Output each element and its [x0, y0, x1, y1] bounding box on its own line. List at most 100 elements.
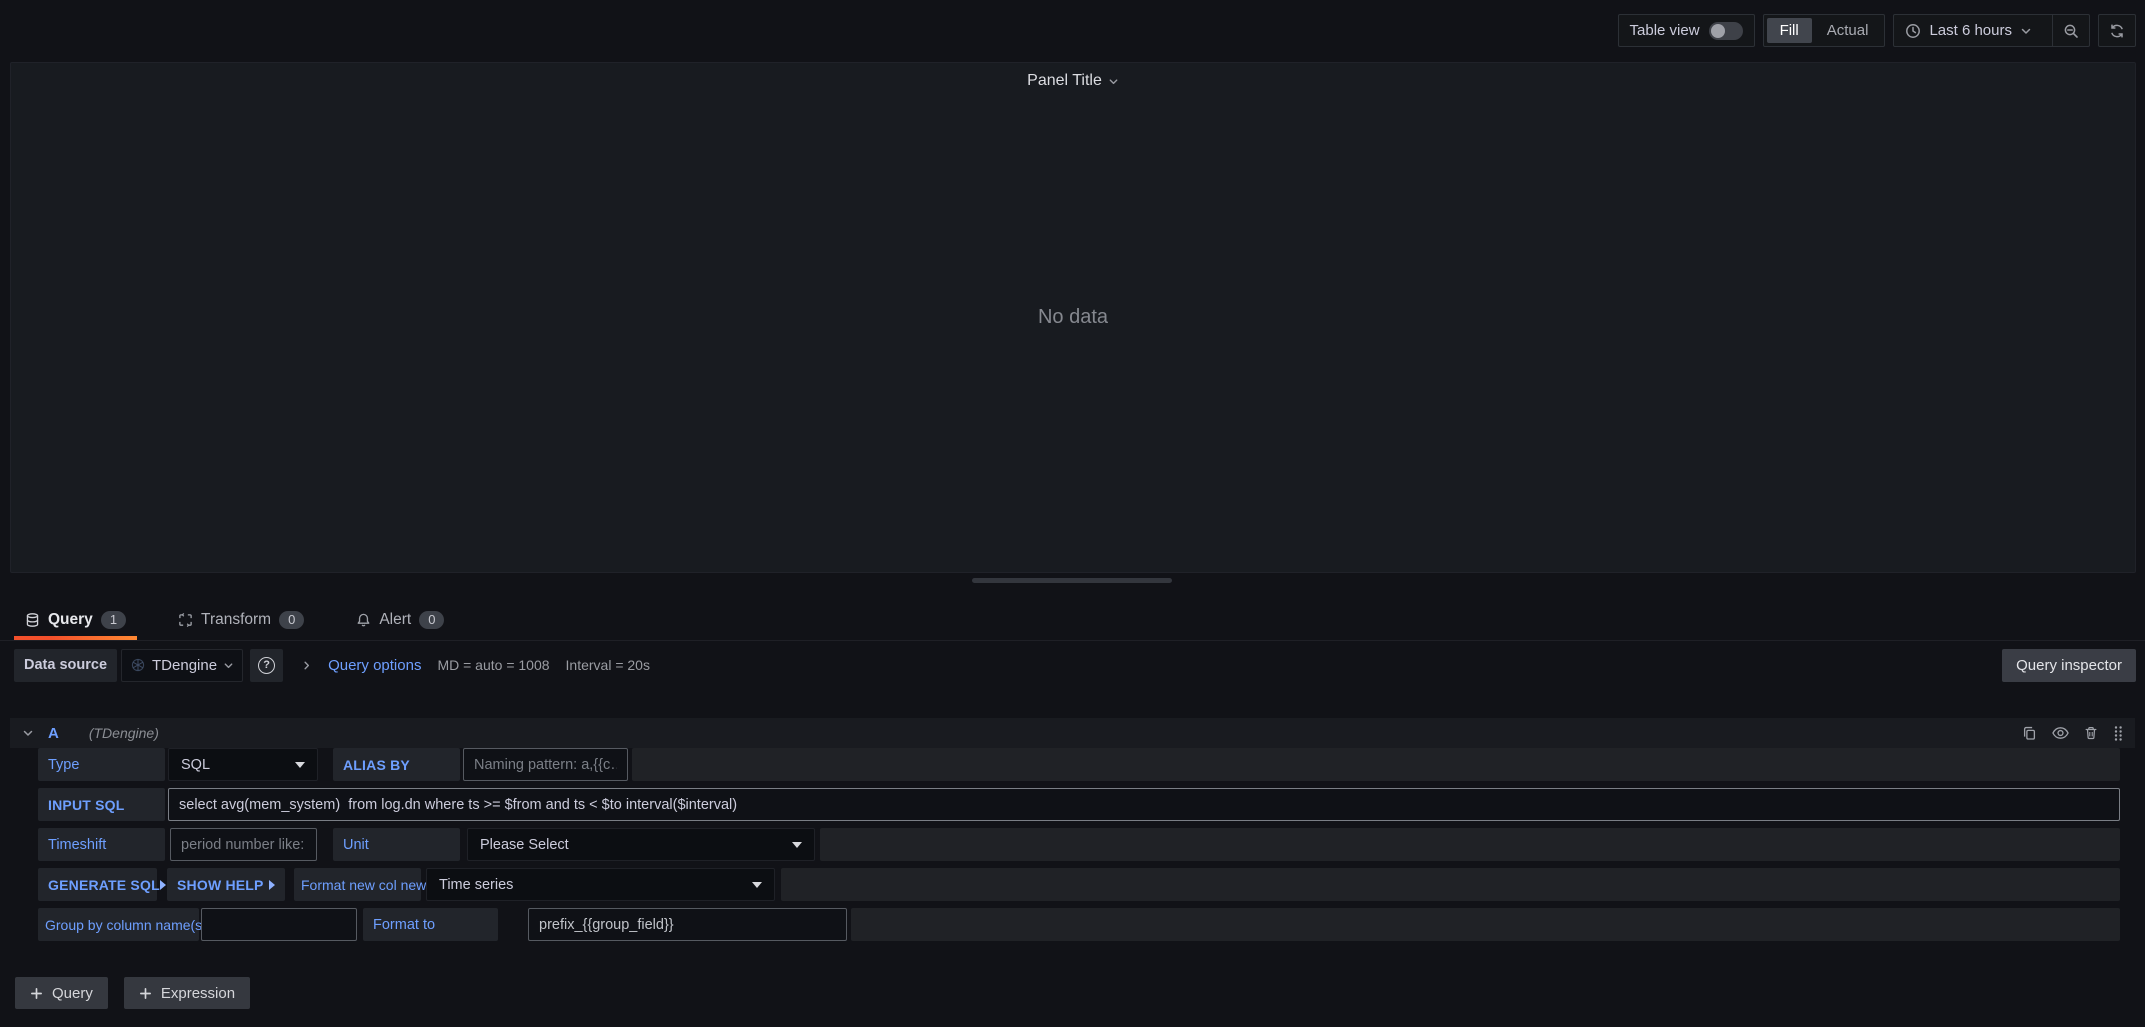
unit-label: Unit	[333, 828, 460, 861]
time-range-button[interactable]: Last 6 hours	[1894, 15, 2043, 46]
clock-icon	[1905, 23, 1921, 39]
generate-sql-button[interactable]: GENERATE SQL	[38, 868, 157, 901]
tab-query-label: Query	[48, 611, 93, 629]
query-footer: Query Expression	[15, 977, 250, 1009]
format-to-input[interactable]	[528, 908, 847, 941]
delete-query-button[interactable]	[2084, 725, 2098, 741]
caret-right-icon	[269, 880, 275, 890]
question-circle-icon: ?	[258, 657, 275, 674]
panel-editor-top-controls: Table view Fill Actual Last 6 hours	[1618, 14, 2136, 47]
add-query-label: Query	[52, 985, 93, 1002]
group-by-input[interactable]	[201, 908, 357, 941]
input-sql-field[interactable]	[168, 788, 2120, 821]
eye-icon	[2052, 726, 2069, 740]
time-picker: Last 6 hours	[1893, 14, 2090, 47]
tab-transform[interactable]: Transform 0	[167, 600, 315, 640]
unit-select[interactable]: Please Select	[467, 828, 815, 861]
input-sql-label: INPUT SQL	[38, 788, 165, 821]
format-select[interactable]: Time series	[426, 868, 775, 901]
query-inspector-button[interactable]: Query inspector	[2002, 649, 2136, 682]
query-options-link[interactable]: Query options	[328, 657, 421, 674]
drag-dots-icon	[2113, 725, 2123, 742]
drag-handle[interactable]	[2113, 725, 2123, 742]
format-to-label: Format to	[363, 908, 498, 941]
trash-icon	[2084, 725, 2098, 741]
tab-query-count: 1	[101, 611, 126, 629]
form-row-type: Type SQL ALIAS BY	[38, 748, 2120, 781]
row-filler	[781, 868, 2120, 901]
bell-icon	[356, 612, 371, 628]
caret-down-icon	[752, 882, 762, 888]
duplicate-query-button[interactable]	[2022, 725, 2037, 741]
editor-tabs: Query 1 Transform 0 Alert 0	[0, 600, 2145, 641]
refresh-icon	[2109, 23, 2125, 39]
fill-button[interactable]: Fill	[1767, 18, 1812, 43]
caret-right-icon	[160, 880, 166, 890]
datasource-label: Data source	[14, 649, 117, 682]
plus-icon	[30, 987, 43, 1000]
hide-query-button[interactable]	[2052, 726, 2069, 740]
tdengine-query-form: Type SQL ALIAS BY INPUT SQL Timeshift Un…	[38, 748, 2120, 948]
add-query-button[interactable]: Query	[15, 977, 108, 1009]
plus-icon	[139, 987, 152, 1000]
tab-alert-count: 0	[419, 611, 444, 629]
unit-select-value: Please Select	[480, 837, 569, 853]
table-view-control: Table view	[1618, 14, 1755, 47]
datasource-bar: Data source TDengine ? Query options MD …	[14, 648, 2136, 682]
form-row-format: GENERATE SQL SHOW HELP Format new col ne…	[38, 868, 2120, 901]
type-select-value: SQL	[181, 757, 210, 773]
alias-by-label: ALIAS BY	[333, 748, 460, 781]
timeshift-label: Timeshift	[38, 828, 165, 861]
form-row-group-by: Group by column name(s) Format to	[38, 908, 2120, 941]
time-range-label: Last 6 hours	[1929, 22, 2012, 39]
chevron-down-icon	[223, 660, 234, 671]
actual-button[interactable]: Actual	[1814, 18, 1882, 43]
query-ref-id[interactable]: A	[48, 725, 59, 742]
type-label: Type	[38, 748, 165, 781]
tdengine-logo-icon	[130, 657, 146, 673]
zoom-out-time-button[interactable]	[2052, 15, 2089, 46]
grafana-panel-editor: { "top_bar": { "table_view_label": "Tabl…	[0, 0, 2145, 1027]
tab-transform-label: Transform	[201, 611, 271, 629]
show-help-label: SHOW HELP	[177, 877, 264, 893]
row-filler	[820, 828, 2120, 861]
alias-by-input[interactable]	[463, 748, 628, 781]
row-filler	[632, 748, 2120, 781]
query-datasource-hint: (TDengine)	[89, 725, 159, 741]
timeshift-input[interactable]	[170, 828, 317, 861]
toggle-knob	[1711, 24, 1725, 38]
panel-preview: Panel Title No data	[10, 62, 2136, 573]
format-select-value: Time series	[439, 877, 513, 893]
panel-resize-handle[interactable]	[972, 578, 1172, 583]
table-view-toggle[interactable]	[1709, 22, 1743, 40]
search-minus-icon	[2063, 23, 2079, 39]
table-view-label: Table view	[1630, 22, 1700, 39]
interval-text: Interval = 20s	[566, 657, 650, 673]
tab-alert-label: Alert	[379, 611, 411, 629]
datasource-help-button[interactable]: ?	[250, 649, 283, 682]
add-expression-button[interactable]: Expression	[124, 977, 250, 1009]
query-row-header: A (TDengine)	[10, 718, 2135, 748]
caret-down-icon	[792, 842, 802, 848]
chevron-right-icon	[301, 660, 312, 671]
copy-icon	[2022, 725, 2037, 741]
type-select[interactable]: SQL	[168, 748, 318, 781]
form-row-timeshift: Timeshift Unit Please Select	[38, 828, 2120, 861]
tab-query[interactable]: Query 1	[14, 600, 137, 640]
database-icon	[25, 612, 40, 628]
max-data-points-text: MD = auto = 1008	[437, 657, 549, 673]
no-data-message: No data	[11, 63, 2135, 572]
tab-alert[interactable]: Alert 0	[345, 600, 455, 640]
show-help-button[interactable]: SHOW HELP	[167, 868, 285, 901]
row-filler	[851, 908, 2120, 941]
group-by-label: Group by column name(s)	[38, 908, 199, 941]
chevron-down-icon	[2020, 25, 2032, 37]
refresh-button[interactable]	[2098, 14, 2136, 47]
generate-sql-label: GENERATE SQL	[48, 877, 160, 893]
caret-down-icon	[295, 762, 305, 768]
form-row-input-sql: INPUT SQL	[38, 788, 2120, 821]
datasource-picker[interactable]: TDengine	[121, 649, 243, 682]
add-expression-label: Expression	[161, 985, 235, 1002]
transform-icon	[178, 612, 193, 628]
collapse-chevron-icon[interactable]	[22, 727, 34, 739]
